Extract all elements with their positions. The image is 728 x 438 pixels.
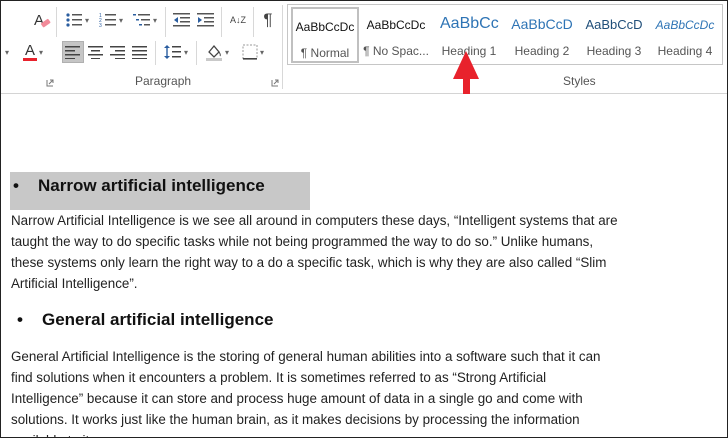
decrease-indent-button[interactable]	[171, 9, 193, 31]
multilevel-list-icon	[132, 14, 150, 26]
style-heading-4[interactable]: AaBbCcDc Heading 4	[650, 7, 720, 63]
align-left-icon	[65, 46, 80, 59]
style-no-spacing[interactable]: AaBbCcDc ¶ No Spac...	[362, 7, 430, 63]
font-color-icon: A	[24, 42, 35, 59]
sort-button[interactable]: A↓Z	[227, 9, 249, 31]
align-left-button[interactable]	[62, 41, 84, 63]
chevron-down-icon[interactable]: ▾	[85, 16, 89, 25]
bullet-icon: •	[17, 310, 23, 329]
heading-text: Narrow artificial intelligence	[38, 176, 265, 195]
increase-indent-button[interactable]	[195, 9, 217, 31]
style-name: Heading 4	[657, 44, 713, 58]
chevron-down-icon[interactable]: ▾	[1, 41, 11, 63]
style-name: Heading 2	[514, 44, 570, 58]
line-spacing-button[interactable]: ▾	[160, 41, 192, 63]
style-heading-2[interactable]: AaBbCcD Heading 2	[506, 7, 578, 63]
align-center-button[interactable]	[85, 41, 107, 63]
style-sample: AaBbCcD	[511, 16, 573, 32]
svg-text:3: 3	[99, 23, 102, 28]
numbering-icon: 1 2 3	[99, 13, 116, 28]
sort-icon: A↓Z	[229, 15, 246, 25]
style-sample: AaBbCcDc	[655, 18, 715, 32]
justify-icon	[132, 46, 147, 59]
line-spacing-icon	[163, 45, 181, 59]
styles-gallery: AaBbCcDc ¶ Normal AaBbCcDc ¶ No Spac... …	[287, 4, 723, 65]
paragraph-group-label: Paragraph	[135, 74, 192, 88]
clear-formatting-icon[interactable]: A	[31, 9, 53, 31]
style-sample: AaBbCcDc	[295, 20, 355, 34]
style-sample: AaBbCcDc	[366, 18, 426, 32]
style-name: Heading 3	[586, 44, 642, 58]
heading-text: General artificial intelligence	[42, 310, 274, 329]
borders-button[interactable]: ▾	[237, 41, 269, 63]
shading-button[interactable]: ▾	[201, 41, 233, 63]
font-color-button[interactable]: A ▾	[17, 41, 49, 63]
bullet-icon: •	[13, 176, 19, 195]
paragraph-narrow-ai[interactable]: Narrow Artificial Intelligence is we see…	[11, 210, 621, 294]
word-window: A ▾ 1 2 3 ▾ ▾ A↓Z ¶ ▾ A ▾ ▾ ▾ ▾ Paragrap…	[0, 0, 728, 438]
numbering-button[interactable]: 1 2 3 ▾	[95, 9, 127, 31]
chevron-down-icon[interactable]: ▾	[184, 48, 188, 57]
bullets-button[interactable]: ▾	[61, 9, 93, 31]
align-right-button[interactable]	[107, 41, 129, 63]
dialog-launcher-icon[interactable]	[46, 79, 54, 87]
pilcrow-icon: ¶	[263, 10, 273, 29]
style-normal[interactable]: AaBbCcDc ¶ Normal	[291, 7, 359, 63]
style-heading-3[interactable]: AaBbCcD Heading 3	[578, 7, 650, 63]
increase-indent-icon	[197, 13, 214, 27]
show-marks-button[interactable]: ¶	[257, 9, 279, 31]
chevron-down-icon[interactable]: ▾	[225, 48, 229, 57]
borders-icon	[242, 44, 258, 60]
shading-icon	[205, 44, 222, 61]
home-ribbon: A ▾ 1 2 3 ▾ ▾ A↓Z ¶ ▾ A ▾ ▾ ▾ ▾ Paragrap…	[1, 1, 727, 94]
svg-text:A: A	[34, 12, 44, 29]
align-right-icon	[110, 46, 125, 59]
styles-group-label: Styles	[563, 74, 596, 88]
paragraph-dialog-launcher-icon[interactable]	[271, 79, 279, 87]
style-sample: AaBbCc	[440, 15, 499, 32]
chevron-down-icon[interactable]: ▾	[260, 48, 264, 57]
style-name: ¶ Normal	[300, 46, 350, 60]
chevron-down-icon[interactable]: ▾	[39, 48, 43, 57]
justify-button[interactable]	[129, 41, 151, 63]
multilevel-list-button[interactable]: ▾	[129, 9, 161, 31]
align-center-icon	[88, 46, 103, 59]
style-sample: AaBbCcD	[585, 17, 643, 32]
style-name: ¶ No Spac...	[363, 44, 429, 58]
bullets-icon	[66, 13, 82, 27]
decrease-indent-icon	[173, 13, 190, 27]
chevron-down-icon[interactable]: ▾	[119, 16, 123, 25]
document-page: • Narrow artificial intelligence Narrow …	[1, 94, 727, 437]
chevron-down-icon[interactable]: ▾	[153, 16, 157, 25]
paragraph-general-ai[interactable]: General Artificial Intelligence is the s…	[11, 346, 621, 437]
